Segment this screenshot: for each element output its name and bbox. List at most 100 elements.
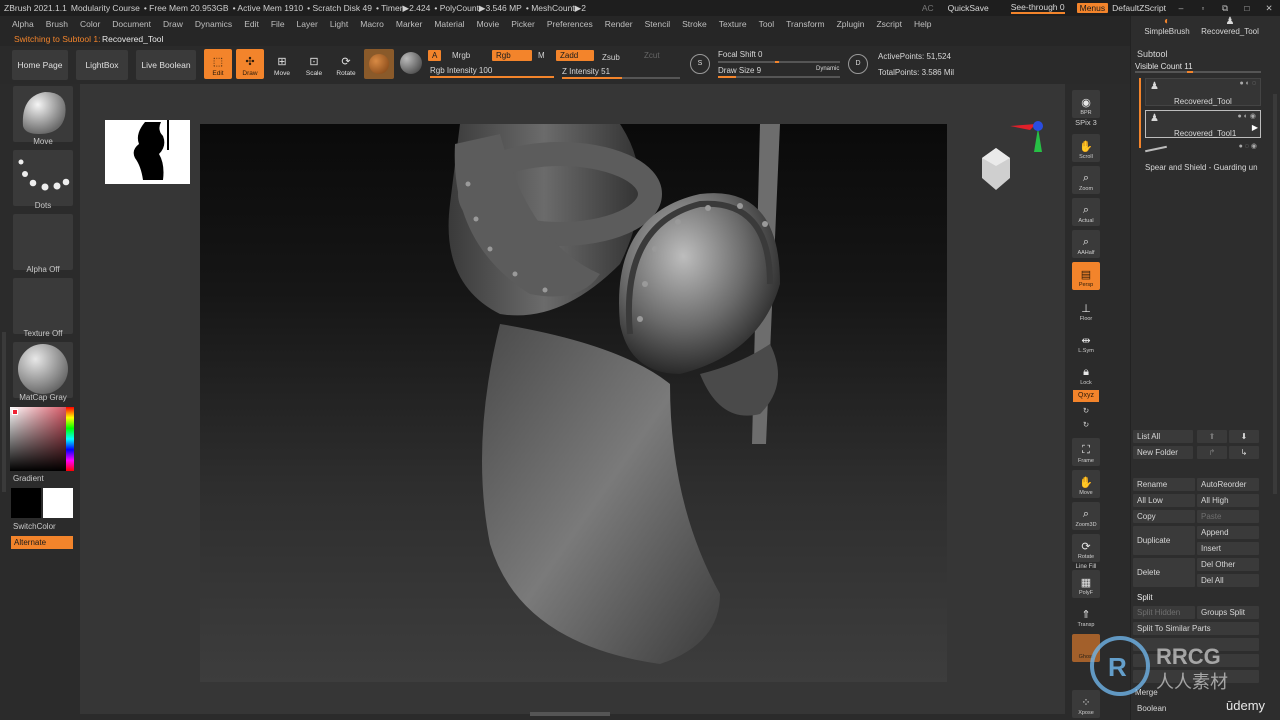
- scroll-button[interactable]: ✋ Scroll: [1072, 134, 1100, 162]
- scale-button[interactable]: ⊡ Scale: [300, 49, 328, 79]
- restore-icon[interactable]: ▫: [1196, 3, 1210, 13]
- menu-stroke[interactable]: Stroke: [682, 19, 707, 29]
- menu-preferences[interactable]: Preferences: [547, 19, 593, 29]
- brush-thumbnail[interactable]: [13, 86, 73, 142]
- rgb-toggle[interactable]: Rgb: [492, 50, 532, 61]
- menu-draw[interactable]: Draw: [163, 19, 183, 29]
- transp-button[interactable]: ⇑ Transp: [1072, 602, 1100, 630]
- menus-button[interactable]: Menus: [1076, 3, 1109, 13]
- move-down-icon[interactable]: ⬇: [1229, 430, 1259, 443]
- frame-button[interactable]: ⛶ Frame: [1072, 438, 1100, 466]
- stroke-d-icon[interactable]: D: [848, 54, 868, 74]
- lock-button[interactable]: 🔒︎ Lock: [1072, 360, 1100, 388]
- visibility-eye-icon-2[interactable]: ● ◐ ◉: [1238, 112, 1256, 120]
- lsym-button[interactable]: ⇹ L.Sym: [1072, 328, 1100, 356]
- axis-gizmo-icon[interactable]: [1010, 116, 1050, 156]
- rotate-z-icon[interactable]: ↻: [1072, 420, 1100, 429]
- arrow-upright-icon[interactable]: ↱: [1197, 446, 1227, 459]
- recovered-tool-thumb[interactable]: ♟ Recovered_Tool: [1197, 16, 1263, 38]
- focal-shift-track[interactable]: [718, 61, 840, 63]
- minimize-icon[interactable]: –: [1174, 3, 1188, 13]
- del-all-button[interactable]: Del All: [1197, 574, 1259, 587]
- alpha-thumbnail[interactable]: [13, 214, 73, 270]
- menu-material[interactable]: Material: [434, 19, 464, 29]
- canvas-area[interactable]: [80, 84, 1065, 716]
- menu-document[interactable]: Document: [112, 19, 151, 29]
- secondary-color-swatch[interactable]: [11, 488, 41, 518]
- persp-button[interactable]: ▤ Persp: [1072, 262, 1100, 290]
- hue-strip[interactable]: [66, 407, 74, 471]
- main-color-swatch[interactable]: [43, 488, 73, 518]
- arrow-downright-icon[interactable]: ↳: [1229, 446, 1259, 459]
- gradient-sphere-icon[interactable]: [400, 52, 422, 74]
- append-button[interactable]: Append: [1197, 526, 1259, 539]
- material-thumbnail[interactable]: [13, 342, 73, 398]
- paste-button[interactable]: Paste: [1197, 510, 1259, 523]
- default-zscript-button[interactable]: DefaultZScript: [1112, 3, 1166, 13]
- menu-zplugin[interactable]: Zplugin: [837, 19, 865, 29]
- zadd-toggle[interactable]: Zadd: [556, 50, 594, 61]
- rotate-button[interactable]: ⟳ Rotate: [332, 49, 360, 79]
- zoom3d-button[interactable]: ⌕ Zoom3D: [1072, 502, 1100, 530]
- layout-icon[interactable]: ⧉: [1218, 3, 1232, 14]
- menu-alpha[interactable]: Alpha: [12, 19, 34, 29]
- sculpt-model[interactable]: [200, 124, 947, 682]
- close-icon[interactable]: ✕: [1262, 3, 1276, 14]
- groups-split-button[interactable]: Groups Split: [1197, 606, 1259, 619]
- copy-button[interactable]: Copy: [1133, 510, 1195, 523]
- floor-button[interactable]: ⊥ Floor: [1072, 296, 1100, 324]
- menu-marker[interactable]: Marker: [396, 19, 422, 29]
- menu-brush[interactable]: Brush: [46, 19, 68, 29]
- menu-file[interactable]: File: [271, 19, 285, 29]
- menu-zscript[interactable]: Zscript: [876, 19, 902, 29]
- subtool-item-1[interactable]: ♟ ● ◐ ◌ Recovered_Tool: [1145, 78, 1261, 106]
- subtool-name-3[interactable]: Spear and Shield - Guarding un: [1145, 163, 1258, 172]
- rgb-intensity-slider[interactable]: Rgb Intensity 100: [430, 66, 492, 75]
- menu-layer[interactable]: Layer: [297, 19, 318, 29]
- focal-shift-slider[interactable]: Focal Shift 0: [718, 50, 762, 59]
- menu-macro[interactable]: Macro: [360, 19, 384, 29]
- polyf-button[interactable]: ▦ PolyF: [1072, 570, 1100, 598]
- subtool-item-2[interactable]: ♟ ● ◐ ◉ ▶ Recovered_Tool1: [1145, 110, 1261, 138]
- live-boolean-button[interactable]: Live Boolean: [136, 50, 196, 80]
- alternate-button[interactable]: Alternate: [11, 536, 73, 549]
- gizmo-head-icon[interactable]: [978, 146, 1014, 192]
- menu-render[interactable]: Render: [605, 19, 633, 29]
- subtool-header[interactable]: Subtool: [1137, 49, 1168, 59]
- simplebrush-thumb[interactable]: ◐ SimpleBrush: [1137, 16, 1197, 38]
- color-picker[interactable]: [10, 407, 74, 471]
- visible-count-track[interactable]: [1135, 71, 1261, 73]
- boolean-header[interactable]: Boolean: [1137, 704, 1166, 713]
- subtool-scrollbar[interactable]: [1273, 94, 1277, 494]
- menu-texture[interactable]: Texture: [719, 19, 747, 29]
- visible-count-slider[interactable]: Visible Count 11: [1135, 62, 1193, 71]
- autoreorder-button[interactable]: AutoReorder: [1197, 478, 1259, 491]
- edit-button[interactable]: ⬚ Edit: [204, 49, 232, 79]
- home-page-button[interactable]: Home Page: [12, 50, 68, 80]
- left-scrollbar[interactable]: [2, 332, 6, 492]
- split-hidden-button[interactable]: Split Hidden: [1133, 606, 1195, 619]
- menu-light[interactable]: Light: [330, 19, 348, 29]
- maximize-icon[interactable]: □: [1240, 3, 1254, 13]
- split-header[interactable]: Split: [1137, 593, 1153, 602]
- move-up-icon[interactable]: ⬆: [1197, 430, 1227, 443]
- bottom-shelf-tab[interactable]: [530, 712, 610, 716]
- qxyz-button[interactable]: Qxyz: [1073, 390, 1099, 402]
- menu-edit[interactable]: Edit: [244, 19, 259, 29]
- aahalf-button[interactable]: ⌕ AAHalf: [1072, 230, 1100, 258]
- m-toggle[interactable]: M: [534, 50, 549, 61]
- silhouette-thumbnail[interactable]: [105, 120, 190, 184]
- menu-movie[interactable]: Movie: [477, 19, 500, 29]
- actual-button[interactable]: ⌕ Actual: [1072, 198, 1100, 226]
- a-toggle[interactable]: A: [428, 50, 442, 61]
- new-folder-button[interactable]: New Folder: [1133, 446, 1193, 459]
- zsub-toggle[interactable]: Zsub: [598, 52, 624, 63]
- 3d-viewport[interactable]: [200, 124, 947, 682]
- gradient-label[interactable]: Gradient: [13, 474, 73, 483]
- move-view-button[interactable]: ✋ Move: [1072, 470, 1100, 498]
- all-low-button[interactable]: All Low: [1133, 494, 1195, 507]
- texture-thumbnail[interactable]: [13, 278, 73, 334]
- seethrough-slider[interactable]: See-through 0: [1010, 2, 1065, 14]
- menu-picker[interactable]: Picker: [511, 19, 535, 29]
- rotate-view-button[interactable]: ⟳ Rotate: [1072, 534, 1100, 562]
